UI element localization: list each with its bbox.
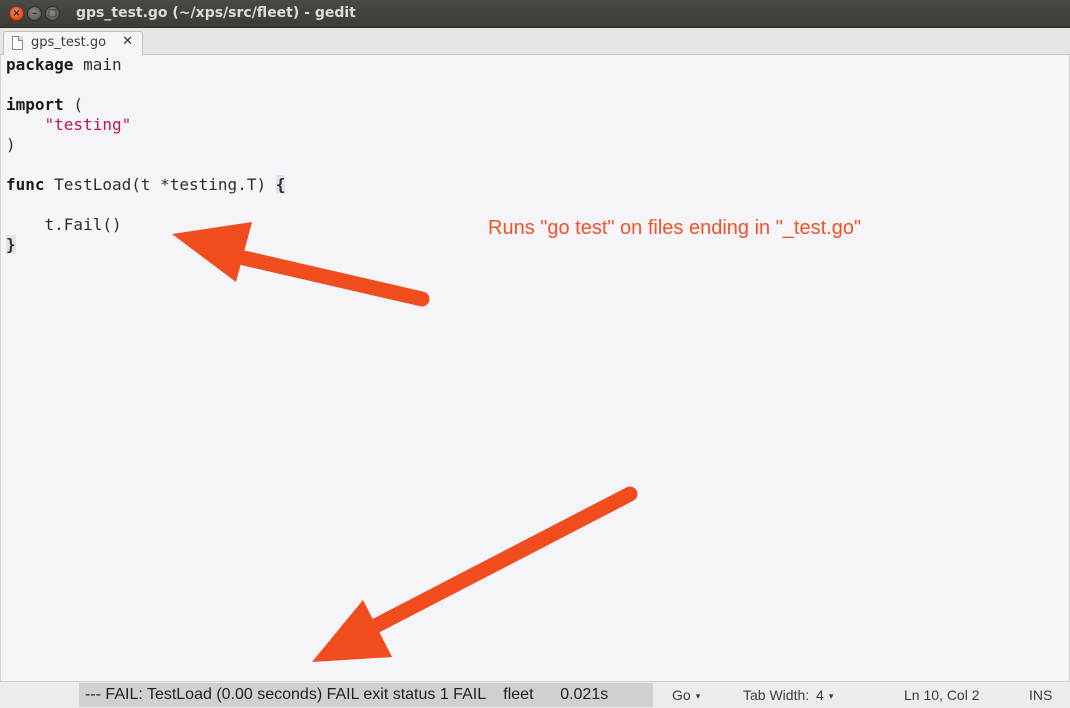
- maximize-window-button[interactable]: □: [45, 6, 60, 21]
- code-token: package: [6, 55, 74, 74]
- tab-gps-test-go[interactable]: gps_test.go ✕: [3, 31, 143, 55]
- code-line: ​: [6, 155, 285, 175]
- tab-close-icon[interactable]: ✕: [122, 34, 133, 49]
- code-line: t.Fail(): [6, 215, 285, 235]
- code-editor[interactable]: package main​import ( "testing")​func Te…: [0, 55, 1070, 681]
- document-icon: [12, 36, 23, 50]
- code-line: ​: [6, 75, 285, 95]
- code-token: main: [73, 55, 122, 74]
- code-token: {: [275, 175, 286, 194]
- code-line: ): [6, 135, 285, 155]
- cursor-position: Ln 10, Col 2: [904, 687, 980, 703]
- window-title: gps_test.go (~/xps/src/fleet) - gedit: [76, 5, 356, 21]
- code-token: "testing": [44, 115, 132, 134]
- tab-label: gps_test.go: [31, 35, 107, 50]
- code-line: ​: [6, 195, 285, 215]
- code-token: (: [63, 95, 84, 114]
- language-selector[interactable]: Go ▾: [672, 687, 700, 703]
- code-token: }: [6, 235, 16, 254]
- tab-bar: gps_test.go ✕: [0, 28, 1070, 55]
- chevron-down-icon: ▾: [695, 691, 701, 701]
- annotation-text: Runs "go test" on files ending in "_test…: [488, 217, 862, 239]
- code-content[interactable]: package main​import ( "testing")​func Te…: [6, 55, 286, 255]
- code-line: package main: [6, 55, 285, 75]
- code-token: TestLoad(t *testing.T): [44, 175, 276, 194]
- insert-mode-indicator: INS: [1029, 687, 1053, 703]
- test-result-message: --- FAIL: TestLoad (0.00 seconds) FAIL e…: [79, 683, 653, 707]
- code-line: }: [6, 235, 285, 255]
- status-bar: --- FAIL: TestLoad (0.00 seconds) FAIL e…: [0, 681, 1070, 708]
- language-label: Go: [672, 687, 691, 703]
- tab-width-selector[interactable]: Tab Width: 4 ▾: [743, 687, 833, 703]
- tab-width-label: Tab Width:: [743, 687, 810, 703]
- code-line: "testing": [6, 115, 285, 135]
- title-bar: × – □ gps_test.go (~/xps/src/fleet) - ge…: [0, 0, 1070, 28]
- close-window-button[interactable]: ×: [9, 6, 24, 21]
- chevron-down-icon: ▾: [828, 691, 834, 701]
- minimize-window-button[interactable]: –: [27, 6, 42, 21]
- tab-width-value: 4: [816, 687, 824, 703]
- code-token: import: [6, 95, 64, 114]
- code-token: func: [6, 175, 45, 194]
- code-token: t.Fail(): [6, 215, 122, 234]
- code-line: func TestLoad(t *testing.T) {: [6, 175, 286, 195]
- code-line: import (: [6, 95, 285, 115]
- window-controls: × – □: [9, 6, 60, 21]
- code-token: ): [6, 135, 16, 154]
